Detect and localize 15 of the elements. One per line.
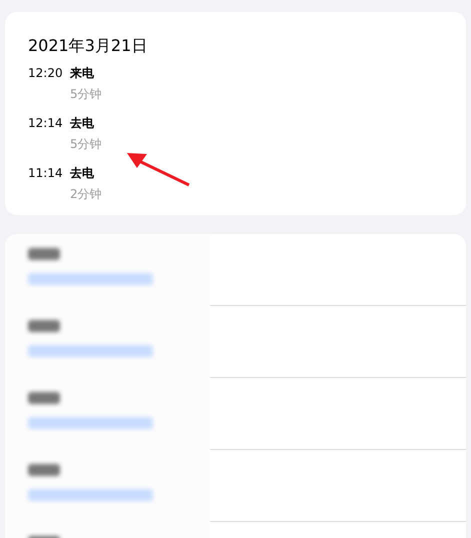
call-time: 12:14 (28, 115, 64, 132)
blurred-name (28, 392, 60, 404)
call-time: 11:14 (28, 165, 64, 182)
date-heading: 2021年3月21日 (28, 36, 148, 56)
call-type: 来电 (70, 65, 94, 82)
call-type: 去电 (70, 165, 94, 182)
call-time: 12:20 (28, 65, 64, 82)
call-duration: 2分钟 (70, 186, 102, 203)
blurred-name (28, 464, 60, 476)
call-duration: 5分钟 (70, 136, 102, 153)
blurred-name (28, 248, 60, 260)
blurred-name (28, 320, 60, 332)
call-duration: 5分钟 (70, 86, 102, 103)
call-type: 去电 (70, 115, 94, 132)
arrow-annotation (127, 153, 190, 186)
